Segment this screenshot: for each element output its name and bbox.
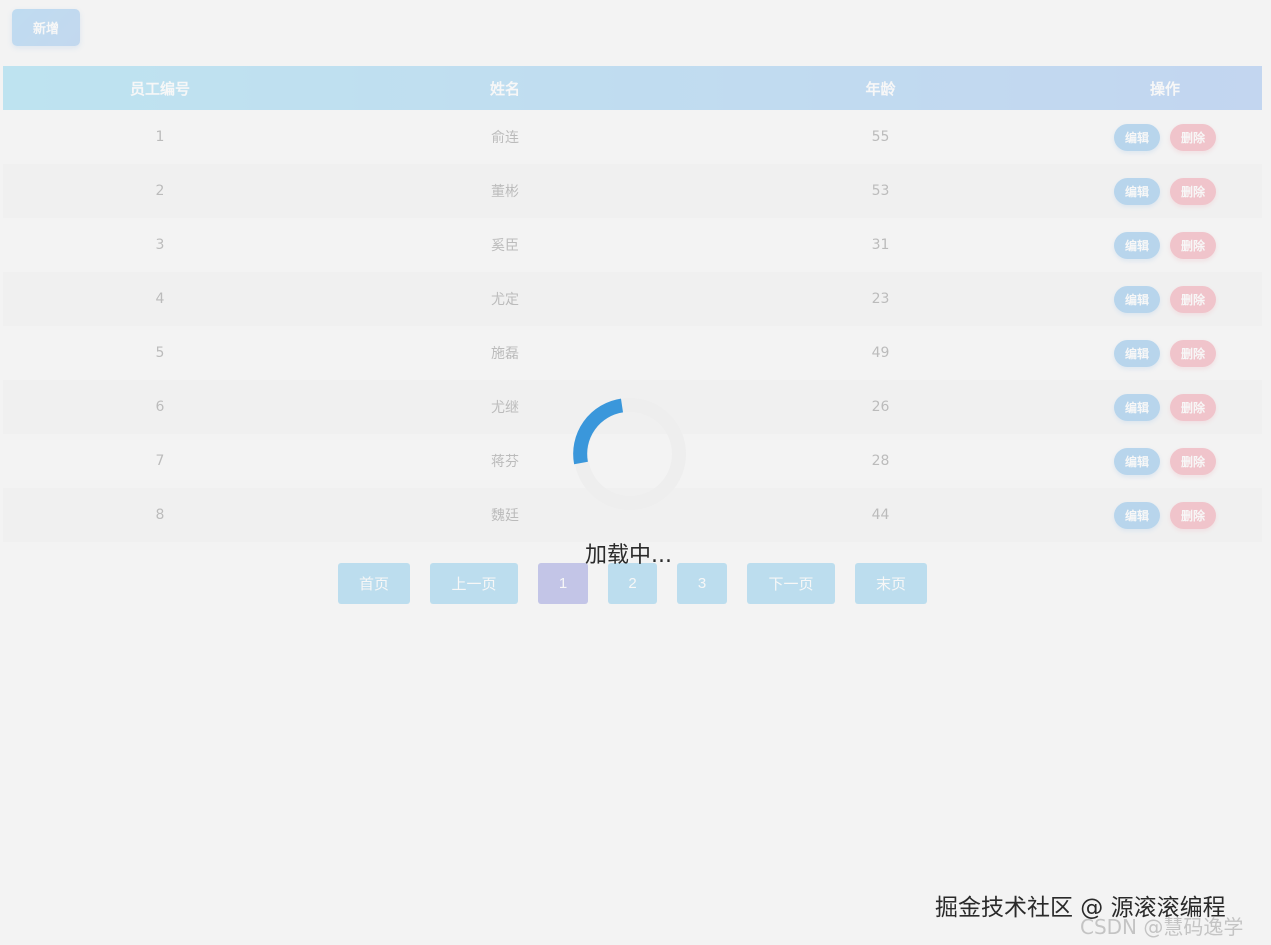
csdn-watermark: CSDN @慧码逸学: [1080, 915, 1244, 939]
loading-text: 加载中...: [585, 543, 672, 568]
loading-overlay: 加载中...: [0, 0, 1271, 945]
loading-spinner-icon: [573, 398, 686, 510]
page: 新增 员工编号 姓名 年龄 操作 1 俞连 55 编辑 删除 2 董彬 53 编…: [0, 0, 1271, 945]
